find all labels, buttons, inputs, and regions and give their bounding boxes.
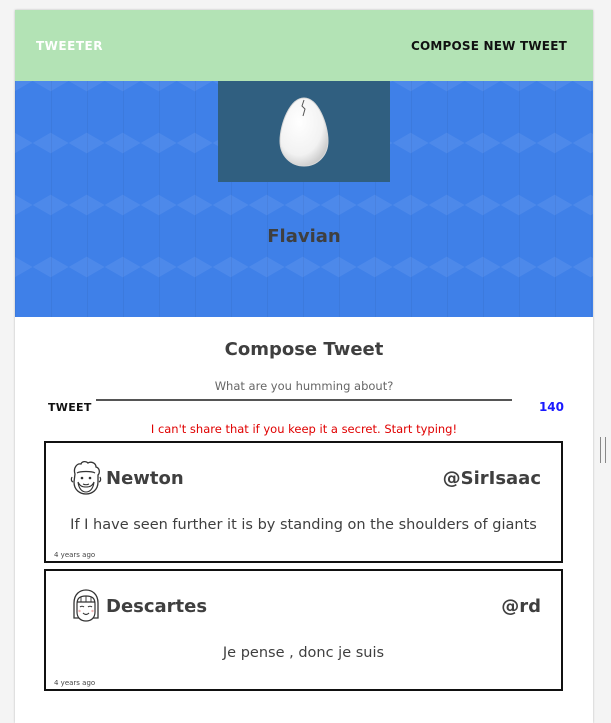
bob-haircut-avatar-icon bbox=[73, 589, 99, 622]
tweet-author-handle: @rd bbox=[501, 595, 541, 617]
tweet-author-name: Descartes bbox=[106, 595, 208, 617]
tweet-author-handle: @SirIsaac bbox=[442, 467, 541, 489]
tweet-text: Je pense , donc je suis bbox=[222, 645, 385, 661]
tweet-timestamp: 4 years ago bbox=[54, 679, 96, 687]
tweet-submit-button[interactable]: TWEET bbox=[48, 401, 92, 414]
tweet-user: Newton bbox=[68, 460, 184, 496]
tweet-input[interactable] bbox=[96, 375, 512, 401]
profile-avatar bbox=[218, 81, 390, 182]
navbar: TWEETER COMPOSE NEW TWEET bbox=[15, 10, 593, 81]
tweet-user: Descartes bbox=[68, 588, 207, 624]
tweet-timestamp: 4 years ago bbox=[54, 551, 96, 559]
egg-icon bbox=[279, 96, 329, 167]
tweet-header: Newton @SirIsaac bbox=[68, 458, 541, 498]
app-container: TWEETER COMPOSE NEW TWEET Flavian Compos… bbox=[15, 10, 593, 723]
tweet-text: If I have seen further it is by standing… bbox=[70, 517, 537, 533]
compose-new-tweet-link[interactable]: COMPOSE NEW TWEET bbox=[411, 39, 567, 53]
tweet-card: Descartes @rd Je pense , donc je suis 4 … bbox=[44, 569, 563, 691]
character-counter: 140 bbox=[538, 400, 564, 414]
compose-title: Compose Tweet bbox=[224, 339, 384, 360]
profile-header: Flavian bbox=[15, 81, 593, 317]
bearded-man-avatar-icon bbox=[70, 460, 102, 495]
tweet-card: Newton @SirIsaac If I have seen further … bbox=[44, 441, 563, 563]
brand-logo[interactable]: TWEETER bbox=[36, 39, 103, 53]
error-message: I can't share that if you keep it a secr… bbox=[150, 422, 458, 436]
composer-actions: TWEET 140 bbox=[15, 399, 593, 419]
tweet-header: Descartes @rd bbox=[68, 586, 541, 626]
profile-name: Flavian bbox=[267, 226, 341, 247]
scrollbar-handle[interactable] bbox=[600, 437, 606, 463]
tweet-author-name: Newton bbox=[106, 467, 184, 489]
